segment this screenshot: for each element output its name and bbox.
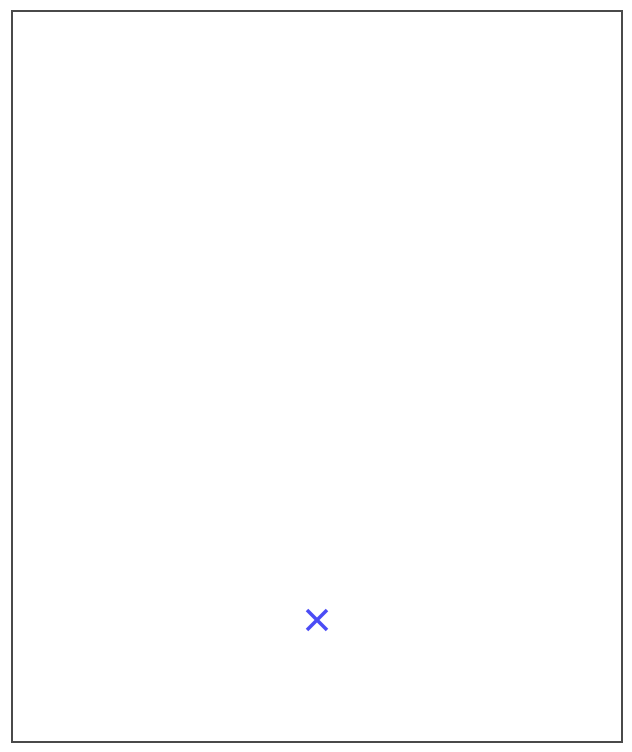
close-icon	[304, 607, 330, 633]
blank-dialog-frame	[11, 10, 623, 743]
close-button[interactable]	[304, 607, 330, 633]
